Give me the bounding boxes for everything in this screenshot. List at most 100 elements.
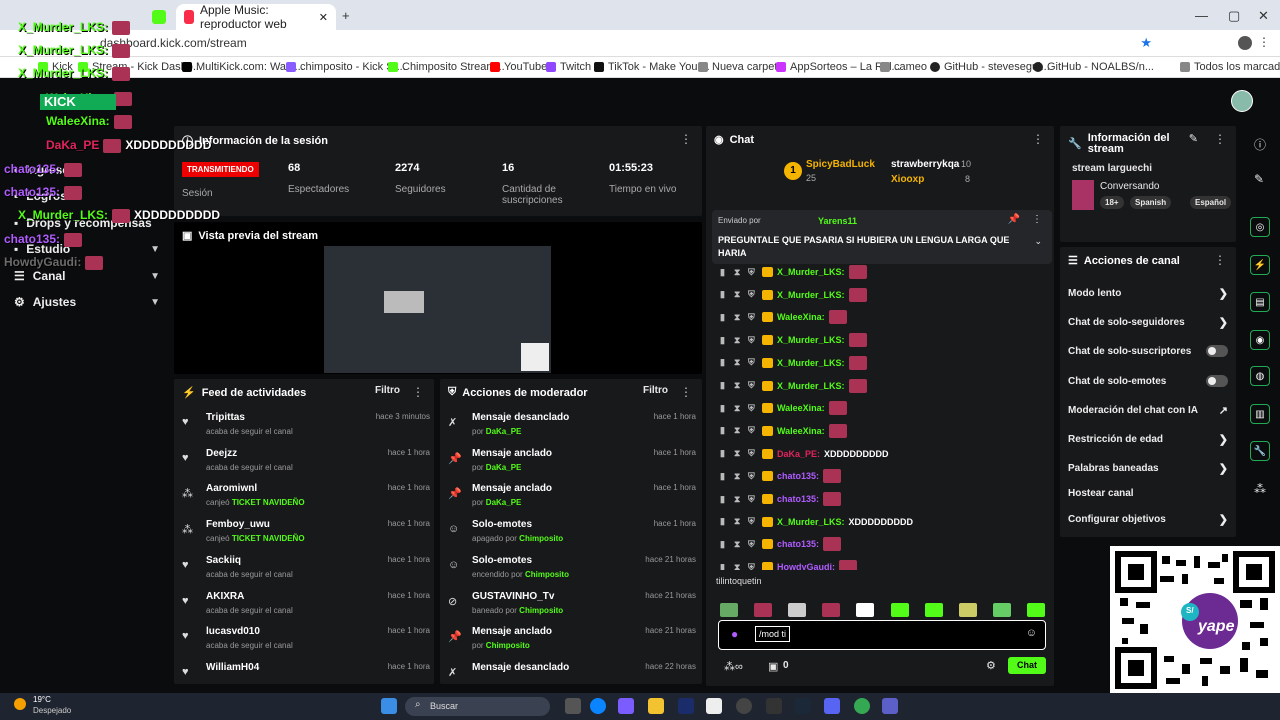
emote-icon[interactable] bbox=[754, 603, 773, 617]
pin-icon[interactable]: ▮ bbox=[720, 448, 730, 459]
feed-title[interactable]: AKIXRA bbox=[206, 591, 244, 602]
feed-title[interactable]: Mensaje anclado bbox=[472, 448, 552, 459]
emote-icon[interactable] bbox=[1026, 603, 1045, 617]
pin-icon[interactable]: ▮ bbox=[720, 516, 730, 527]
minimize-button[interactable]: — bbox=[1195, 8, 1208, 23]
feed-title[interactable]: Mensaje anclado bbox=[472, 626, 552, 637]
chat-input[interactable]: ● /mod ti ☺ bbox=[718, 620, 1046, 650]
pin-icon[interactable]: ▮ bbox=[720, 471, 730, 482]
send-chat-button[interactable]: Chat bbox=[1008, 657, 1046, 674]
feed-row[interactable]: ♥ AKIXRA acaba de seguir el canal hace 1 ho… bbox=[180, 591, 430, 625]
feed-highlight[interactable]: DaKa_PE bbox=[486, 498, 522, 507]
pin-icon[interactable]: ▮ bbox=[720, 267, 730, 278]
document-icon[interactable]: ▤ bbox=[1250, 292, 1270, 312]
chat-message[interactable]: ▮ ⧗ ⛨ DaKa_PE: XDDDDDDDDD bbox=[720, 445, 889, 463]
pin-icon[interactable]: ▮ bbox=[720, 289, 730, 300]
feed-row[interactable]: ♥ WilliamH04 hace 1 hora bbox=[180, 662, 430, 696]
pin-icon[interactable]: ▮ bbox=[720, 539, 730, 550]
copilot-icon[interactable] bbox=[618, 698, 634, 714]
pinned-by-user[interactable]: Yarens11 bbox=[818, 216, 857, 226]
chat-username[interactable]: X_Murder_LKS: bbox=[777, 267, 845, 277]
chat-icon[interactable]: ◉ bbox=[1250, 330, 1270, 350]
feed-title[interactable]: lucasvd010 bbox=[206, 626, 260, 637]
feed-row[interactable]: ⁂ Aaromiwnl canjeó TICKET NAVIDEÑO hace 1 h… bbox=[180, 483, 430, 517]
points-icon[interactable]: ⁂ bbox=[1254, 482, 1266, 496]
channel-action-item[interactable]: Hostear canal bbox=[1068, 488, 1228, 499]
new-tab-button[interactable]: + bbox=[342, 8, 350, 23]
weather-icon[interactable] bbox=[14, 698, 26, 710]
wrench-icon[interactable]: 🔧 bbox=[1250, 441, 1270, 461]
chat-message[interactable]: ▮ ⧗ ⛨ X_Murder_LKS: XDDDDDDDDD bbox=[720, 513, 913, 531]
bookmark-star-icon[interactable]: ★ bbox=[1140, 35, 1152, 51]
bookmark-item[interactable]: Nueva carpeta bbox=[698, 61, 784, 73]
timeout-icon[interactable]: ⧗ bbox=[734, 289, 744, 300]
pin-icon[interactable]: ▮ bbox=[720, 357, 730, 368]
tab-kick[interactable] bbox=[148, 4, 170, 30]
toggle-switch[interactable] bbox=[1206, 375, 1228, 387]
bookmark-item[interactable]: Twitch bbox=[546, 61, 591, 73]
feed-row[interactable]: ☺ Solo-emotes encendido por Chimposito hace… bbox=[446, 555, 696, 589]
edit-icon[interactable]: ✎ bbox=[1254, 172, 1264, 186]
obs-icon[interactable] bbox=[736, 698, 752, 714]
feed-row[interactable]: 📌 Mensaje anclado por Chimposito hace 21 ho… bbox=[446, 626, 696, 660]
feed-title[interactable]: Femboy_uwu bbox=[206, 519, 270, 530]
feed-title[interactable]: Tripittas bbox=[206, 412, 245, 423]
chat-username[interactable]: HowdyGaudi: bbox=[777, 562, 835, 570]
more-options-icon[interactable]: ⋮ bbox=[1214, 132, 1226, 146]
sidebar-item-canal[interactable]: ☰ Canal ▼ bbox=[14, 269, 160, 283]
timeout-icon[interactable]: ⧗ bbox=[734, 357, 744, 368]
close-window-button[interactable]: ✕ bbox=[1258, 8, 1269, 24]
chat-username[interactable]: X_Murder_LKS: bbox=[777, 517, 845, 527]
feed-row[interactable]: ✗ Mensaje desanclado por DaKa_PE hace 1 hor… bbox=[446, 412, 696, 446]
chat-username[interactable]: WaleeXina: bbox=[777, 426, 825, 436]
timeout-icon[interactable]: ⧗ bbox=[734, 380, 744, 391]
chat-username[interactable]: chato135: bbox=[777, 494, 819, 504]
chat-username[interactable]: X_Murder_LKS: bbox=[777, 358, 845, 368]
chat-username[interactable]: DaKa_PE: bbox=[777, 449, 820, 459]
file-explorer-icon[interactable] bbox=[648, 698, 664, 714]
feed-row[interactable]: ⁂ Femboy_uwu canjeó TICKET NAVIDEÑO hace 1 … bbox=[180, 519, 430, 553]
chat-message[interactable]: ▮ ⧗ ⛨ chato135: bbox=[720, 467, 842, 485]
pin-icon[interactable]: ▮ bbox=[720, 403, 730, 414]
feed-highlight[interactable]: Chimposito bbox=[519, 534, 563, 543]
profile-avatar[interactable] bbox=[1238, 36, 1252, 50]
feed-row[interactable]: 📌 Mensaje anclado por DaKa_PE hace 1 hora bbox=[446, 448, 696, 482]
shield-icon[interactable]: ⛨ bbox=[748, 267, 758, 278]
feed-title[interactable]: Mensaje desanclado bbox=[472, 662, 569, 673]
bookmark-item[interactable]: GitHub - stevesegui... bbox=[930, 61, 1050, 73]
feed-highlight[interactable]: Chimposito bbox=[486, 641, 530, 650]
broadcast-icon[interactable]: ◍ bbox=[1250, 366, 1270, 386]
shield-icon[interactable]: ⛨ bbox=[748, 380, 758, 391]
chat-message[interactable]: ▮ ⧗ ⛨ X_Murder_LKS: bbox=[720, 377, 867, 395]
timeout-icon[interactable]: ⧗ bbox=[734, 516, 744, 527]
shield-icon[interactable]: ⛨ bbox=[748, 335, 758, 346]
more-options-icon[interactable]: ⋮ bbox=[412, 385, 424, 399]
more-options-icon[interactable]: ⋮ bbox=[680, 132, 692, 146]
emote-icon[interactable] bbox=[992, 603, 1011, 617]
timeout-icon[interactable]: ⧗ bbox=[734, 335, 744, 346]
emote-icon[interactable] bbox=[822, 603, 841, 617]
chat-username[interactable]: chato135: bbox=[777, 539, 819, 549]
timeout-icon[interactable]: ⧗ bbox=[734, 471, 744, 482]
timeout-icon[interactable]: ⧗ bbox=[734, 448, 744, 459]
shield-icon[interactable]: ⛨ bbox=[748, 494, 758, 505]
chat-username[interactable]: WaleeXina: bbox=[777, 403, 825, 413]
stream-preview-video[interactable] bbox=[324, 246, 551, 373]
pin-icon[interactable]: ▮ bbox=[720, 562, 730, 570]
more-options-icon[interactable]: ⋮ bbox=[680, 385, 692, 399]
sidebar-item-ajustes[interactable]: ⚙ Ajustes ▼ bbox=[14, 295, 160, 309]
shield-icon[interactable]: ⛨ bbox=[748, 448, 758, 459]
maximize-button[interactable]: ▢ bbox=[1228, 8, 1240, 24]
feed-row[interactable]: ♥ Deejzz acaba de seguir el canal hace 1 ho… bbox=[180, 448, 430, 482]
bookmark-item[interactable]: cameo bbox=[880, 61, 927, 73]
shield-icon[interactable]: ⛨ bbox=[748, 471, 758, 482]
channel-action-item[interactable]: Chat de solo-seguidores ❯ bbox=[1068, 316, 1228, 329]
chat-message[interactable]: ▮ ⧗ ⛨ chato135: bbox=[720, 490, 842, 508]
feed-highlight[interactable]: DaKa_PE bbox=[486, 463, 522, 472]
timeout-icon[interactable]: ⧗ bbox=[734, 539, 744, 550]
shield-icon[interactable]: ⛨ bbox=[748, 539, 758, 550]
points-icon[interactable]: ⁂∞ bbox=[724, 660, 743, 673]
user-suggestion[interactable]: tilintoquetin bbox=[716, 576, 762, 586]
taskbar-search[interactable]: ⌕ Buscar bbox=[405, 697, 550, 716]
tab-apple-music[interactable]: Apple Music: reproductor web ✕ bbox=[176, 3, 336, 31]
